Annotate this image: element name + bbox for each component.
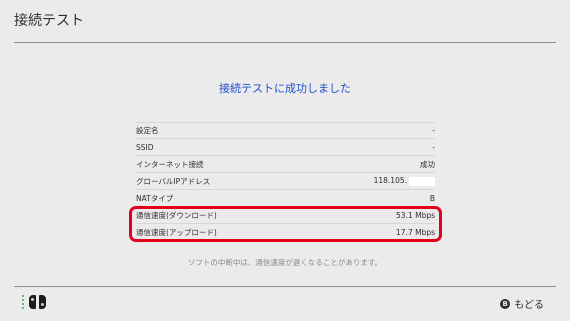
header-divider [14, 42, 556, 43]
player-indicator-dots [22, 295, 24, 309]
back-button[interactable]: B もどる [500, 296, 544, 311]
row-value: B [429, 193, 435, 203]
table-row: グローバルIPアドレス 118.105. [136, 173, 435, 190]
row-value: - [432, 142, 435, 152]
speed-note: ソフトの中断中は、通信速度が遅くなることがあります。 [187, 258, 383, 267]
row-value: - [432, 126, 435, 135]
controller-status [22, 295, 46, 309]
row-label: インターネット接続 [136, 159, 204, 169]
back-label: もどる [514, 300, 544, 311]
row-value: 118.105. [374, 176, 435, 186]
speed-highlight-box [129, 206, 442, 242]
table-row: NATタイプ B [136, 190, 435, 207]
ip-address-value: 118.105. [373, 176, 407, 186]
row-value: 成功 [420, 159, 435, 169]
table-row: 設定名 - [136, 122, 435, 139]
test-result-message: 接続テストに成功しました [219, 82, 351, 95]
redacted-mask [409, 176, 435, 186]
joycon-right-icon [39, 295, 46, 309]
row-label: SSID [136, 142, 154, 152]
b-button-icon: B [500, 298, 511, 309]
page-title: 接続テスト [14, 13, 84, 29]
connection-test-screen: 接続テスト 接続テストに成功しました 設定名 - SSID - インターネット接… [0, 0, 570, 321]
row-label: グローバルIPアドレス [136, 176, 211, 186]
row-label: NATタイプ [136, 193, 174, 203]
joycon-left-icon [29, 295, 36, 309]
row-label: 設定名 [136, 126, 159, 135]
table-row: SSID - [136, 139, 435, 156]
table-row: インターネット接続 成功 [136, 156, 435, 173]
footer-divider [14, 286, 556, 287]
